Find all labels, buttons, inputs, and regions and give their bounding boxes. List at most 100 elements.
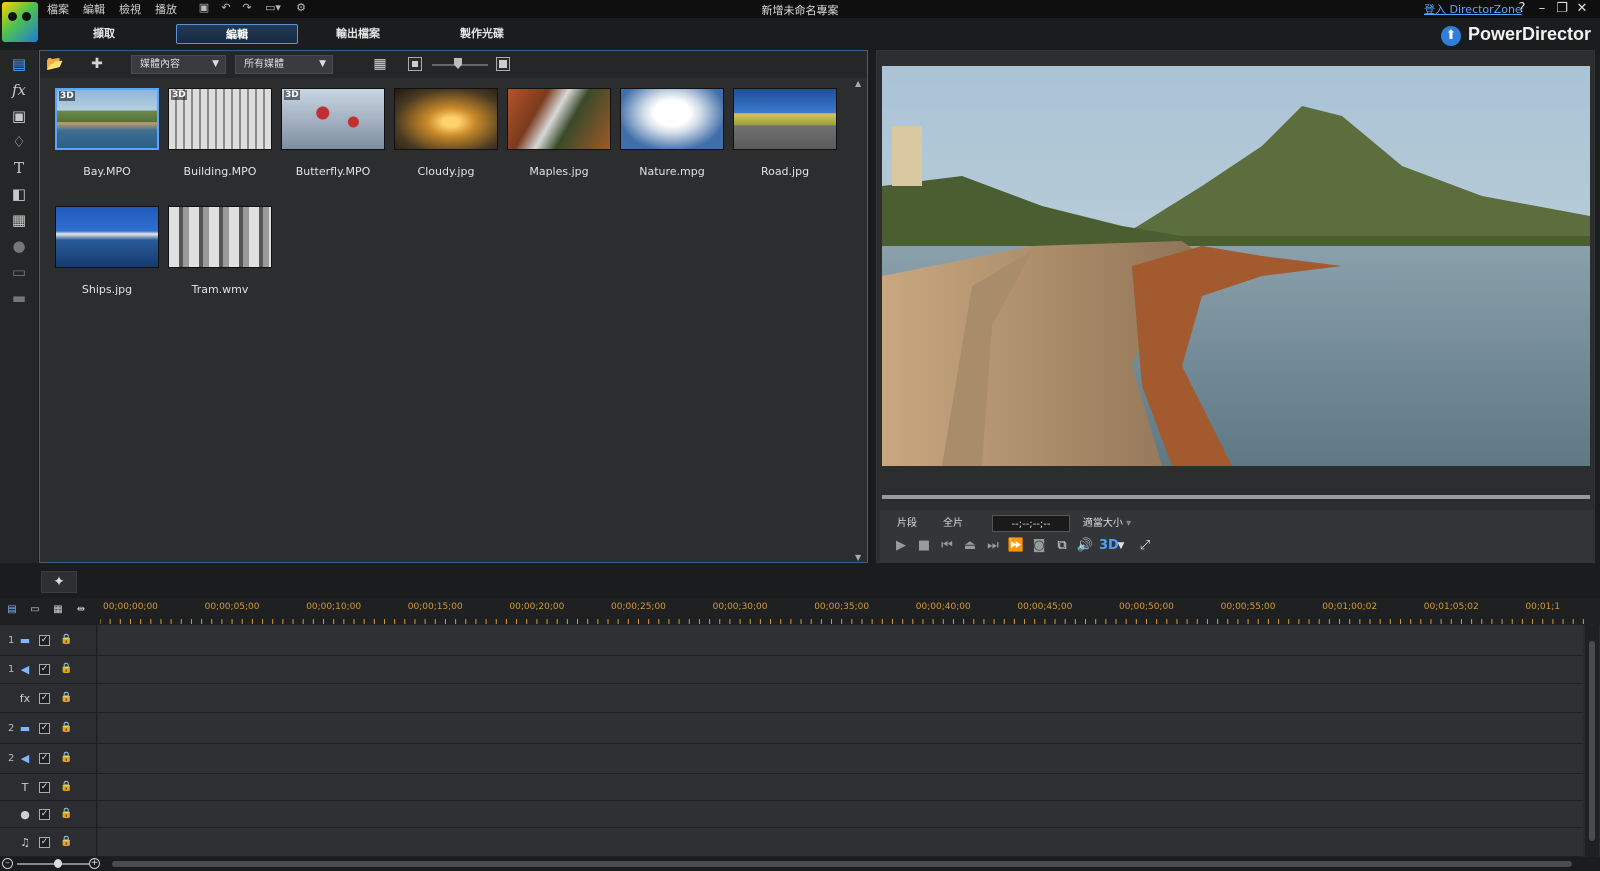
lock-icon[interactable]: 🔒 — [60, 634, 72, 646]
fast-forward-icon[interactable]: ⏩ — [1007, 537, 1025, 555]
track-lane[interactable] — [98, 713, 1583, 743]
track-lane[interactable] — [98, 828, 1583, 856]
external-display-icon[interactable]: ⧉ — [1053, 537, 1071, 555]
effect-room-icon[interactable]: fx — [7, 80, 31, 100]
lock-icon[interactable]: 🔒 — [60, 752, 72, 764]
menu-view[interactable]: 檢視 — [119, 1, 141, 17]
timeline-zoom-slider[interactable] — [17, 863, 89, 865]
media-item-building[interactable]: 3D Building.MPO — [168, 88, 272, 178]
fit-timeline-icon[interactable]: ⇹ — [72, 603, 90, 617]
media-category-dropdown[interactable]: 所有媒體 ▼ — [235, 55, 333, 74]
timeline-vertical-scrollbar[interactable] — [1585, 625, 1599, 857]
transition-room-icon[interactable]: ◧ — [7, 184, 31, 204]
particle-room-icon[interactable]: ♢ — [7, 132, 31, 152]
menu-play[interactable]: 播放 — [155, 1, 177, 17]
zoom-out-icon[interactable]: – — [2, 858, 13, 869]
media-item-maples[interactable]: Maples.jpg — [507, 88, 611, 178]
track-enable-checkbox[interactable]: ✓ — [39, 837, 50, 848]
volume-icon[interactable]: 🔊 — [1076, 537, 1094, 555]
media-content-dropdown[interactable]: 媒體內容 ▼ — [131, 55, 226, 74]
track-enable-checkbox[interactable]: ✓ — [39, 809, 50, 820]
scroll-up-icon[interactable]: ▲ — [855, 79, 861, 88]
restore-button[interactable]: ❐ — [1552, 0, 1572, 18]
thumbnail-size-slider-handle[interactable] — [454, 58, 462, 69]
timecode-display[interactable]: --;--;--;-- — [992, 515, 1070, 532]
track-lane[interactable] — [98, 656, 1583, 683]
close-button[interactable]: ✕ — [1572, 0, 1592, 18]
large-thumbnails-icon[interactable] — [496, 57, 510, 71]
track-enable-checkbox[interactable]: ✓ — [39, 664, 50, 675]
fit-size-dropdown[interactable]: 適當大小 ▾ — [1077, 515, 1137, 532]
previous-frame-icon[interactable]: ⏮ — [938, 537, 956, 555]
save-icon[interactable]: ▣ — [197, 2, 211, 14]
track-lane[interactable] — [98, 744, 1583, 773]
preview-progress-bar[interactable] — [882, 495, 1590, 499]
track-enable-checkbox[interactable]: ✓ — [39, 723, 50, 734]
lock-icon[interactable]: 🔒 — [60, 808, 72, 820]
movie-mode-button[interactable]: 全片 — [938, 515, 968, 532]
track-manager-icon[interactable]: ▦ — [49, 603, 67, 617]
voice-over-room-icon[interactable]: ● — [7, 236, 31, 256]
timeline-view-icon[interactable]: ▤ — [3, 603, 21, 617]
media-item-ships[interactable]: Ships.jpg — [55, 206, 159, 296]
menu-edit[interactable]: 編輯 — [83, 1, 105, 17]
pip-room-icon[interactable]: ▣ — [7, 106, 31, 126]
track-enable-checkbox[interactable]: ✓ — [39, 635, 50, 646]
library-scrollbar[interactable]: ▲ ▼ — [853, 79, 867, 562]
directorzone-login-link[interactable]: 登入 DirectorZone — [1424, 1, 1522, 17]
tab-capture[interactable]: 擷取 — [43, 24, 165, 44]
lock-icon[interactable]: 🔒 — [60, 692, 72, 704]
minimize-button[interactable]: – — [1532, 0, 1552, 18]
plugins-icon[interactable]: ✚ — [87, 55, 107, 73]
undo-icon[interactable]: ↶ — [219, 2, 233, 14]
lock-icon[interactable]: 🔒 — [60, 663, 72, 675]
track-lane[interactable] — [98, 684, 1583, 712]
media-item-bay[interactable]: 3D Bay.MPO — [55, 88, 159, 178]
play-icon[interactable]: ▶ — [892, 537, 910, 555]
media-item-cloudy[interactable]: Cloudy.jpg — [394, 88, 498, 178]
timeline-ruler[interactable]: ▤ ▭ ▦ ⇹ 00;00;00;00 00;00;05;00 00;00;10;0… — [0, 598, 1600, 625]
lock-icon[interactable]: 🔒 — [60, 836, 72, 848]
redo-icon[interactable]: ↷ — [240, 2, 254, 14]
timeline-zoom-handle[interactable] — [54, 859, 62, 868]
title-room-icon[interactable]: T — [7, 158, 31, 178]
horizontal-scroll-thumb[interactable] — [112, 861, 1572, 867]
aspect-ratio-icon[interactable]: ▭▾ — [263, 2, 283, 14]
media-item-road[interactable]: Road.jpg — [733, 88, 837, 178]
upgrade-icon[interactable]: ⬆ — [1441, 26, 1461, 46]
tab-edit[interactable]: 編輯 — [176, 24, 298, 44]
track-enable-checkbox[interactable]: ✓ — [39, 782, 50, 793]
tab-produce[interactable]: 輸出檔案 — [297, 24, 419, 44]
next-frame-icon[interactable]: ⏭ — [984, 537, 1002, 555]
stop-icon[interactable]: ■ — [915, 537, 933, 555]
tab-create-disc[interactable]: 製作光碟 — [421, 24, 543, 44]
clip-mode-button[interactable]: 片段 — [892, 515, 922, 532]
undock-preview-icon[interactable]: ⤢ — [1136, 537, 1154, 555]
magic-tools-icon[interactable]: ✦ — [41, 571, 77, 593]
storyboard-view-icon[interactable]: ▭ — [26, 603, 44, 617]
chapter-room-icon[interactable]: ▭ — [7, 262, 31, 282]
mark-icon[interactable]: ⏏ — [961, 537, 979, 555]
subtitle-room-icon[interactable]: ▬ — [7, 288, 31, 308]
track-lane[interactable] — [98, 625, 1583, 655]
track-enable-checkbox[interactable]: ✓ — [39, 753, 50, 764]
3d-mode-button[interactable]: 3D — [1099, 537, 1119, 555]
media-item-butterfly[interactable]: 3D Butterfly.MPO — [281, 88, 385, 178]
small-thumbnails-icon[interactable] — [408, 57, 422, 71]
zoom-in-icon[interactable]: + — [89, 858, 100, 869]
menu-file[interactable]: 檔案 — [47, 1, 69, 17]
track-lane[interactable] — [98, 774, 1583, 800]
lock-icon[interactable]: 🔒 — [60, 781, 72, 793]
settings-gear-icon[interactable]: ⚙ — [294, 2, 308, 14]
import-media-icon[interactable]: 📂 — [45, 55, 65, 73]
grid-view-icon[interactable]: ▦ — [370, 55, 390, 73]
track-enable-checkbox[interactable]: ✓ — [39, 693, 50, 704]
scroll-down-icon[interactable]: ▼ — [855, 553, 861, 562]
snapshot-icon[interactable]: ◙ — [1030, 537, 1048, 555]
audio-mixing-room-icon[interactable]: ▦ — [7, 210, 31, 230]
lock-icon[interactable]: 🔒 — [60, 722, 72, 734]
media-room-icon[interactable]: ▤ — [7, 54, 31, 74]
media-item-nature[interactable]: Nature.mpg — [620, 88, 724, 178]
chevron-down-icon[interactable]: ▼ — [1116, 537, 1126, 555]
track-lane[interactable] — [98, 801, 1583, 827]
